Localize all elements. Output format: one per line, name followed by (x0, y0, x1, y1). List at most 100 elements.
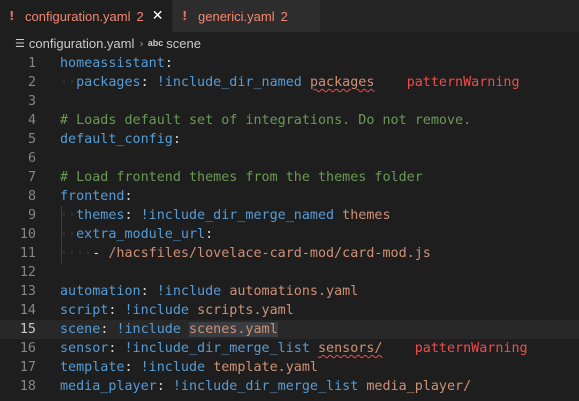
code-token: ···· (60, 246, 93, 261)
code-token: : (124, 189, 133, 204)
code-token: default_config (60, 132, 173, 147)
tab-bar: ! configuration.yaml 2 ✕ ! generici.yaml… (0, 0, 579, 32)
code-line[interactable]: 10 ··extra_module_url: (0, 225, 579, 244)
code-token: !include_dir_merge_list (172, 379, 359, 394)
code-text: sensor: !include_dir_merge_list sensors/… (60, 339, 528, 358)
tab-generici-yaml[interactable]: ! generici.yaml 2 (172, 0, 320, 32)
code-token: frontend (60, 189, 125, 204)
code-line[interactable]: 14 script: !include scripts.yaml (0, 301, 579, 320)
code-token: - (92, 246, 109, 261)
code-text: # Load frontend themes from the themes f… (60, 168, 423, 187)
code-token: : (124, 360, 141, 375)
code-editor[interactable]: 1 homeassistant: 2 ··packages: !include_dir… (0, 54, 579, 401)
line-number: 16 (19, 341, 36, 356)
code-line[interactable]: 11 ····- /hacsfiles/lovelace-card-mod/car… (0, 244, 579, 263)
code-token: homeassistant (60, 56, 165, 71)
code-token: ·· (60, 227, 77, 242)
code-token: !include_dir_named (156, 75, 302, 90)
line-number: 6 (27, 151, 36, 166)
problem-count-badge: 2 (136, 8, 144, 24)
code-token: : (108, 341, 125, 356)
line-number: 1 (27, 56, 36, 71)
code-text: homeassistant: (60, 54, 173, 73)
code-token: # Load frontend themes from the themes f… (60, 170, 423, 185)
code-text: script: !include scripts.yaml (60, 301, 294, 320)
code-token: themes (76, 208, 125, 223)
breadcrumb-file[interactable]: configuration.yaml (29, 36, 135, 51)
tab-configuration-yaml[interactable]: ! configuration.yaml 2 ✕ (0, 0, 172, 32)
code-text: # Loads default set of integrations. Do … (60, 111, 471, 130)
tab-title: generici.yaml (198, 8, 275, 24)
line-number: 14 (19, 303, 36, 318)
code-text: media_player: !include_dir_merge_list me… (60, 377, 471, 396)
line-number: 11 (19, 246, 36, 261)
code-line[interactable]: 18 media_player: !include_dir_merge_list … (0, 377, 579, 396)
code-line[interactable]: 13 automation: !include automations.yaml (0, 282, 579, 301)
code-token: : (156, 379, 173, 394)
code-token: ·· (60, 75, 77, 90)
code-text: automation: !include automations.yaml (60, 282, 358, 301)
code-token: media_player (60, 379, 157, 394)
code-token: sensors/ (318, 341, 383, 356)
code-text: template: !include template.yaml (60, 358, 318, 377)
code-token: # Loads default set of integrations. Do … (60, 113, 472, 128)
code-line[interactable]: 2 ··packages: !include_dir_named packages… (0, 73, 579, 92)
code-line[interactable]: 16 sensor: !include_dir_merge_list sensor… (0, 339, 579, 358)
code-line[interactable]: 9 ··themes: !include_dir_merge_named them… (0, 206, 579, 225)
breadcrumb-symbol[interactable]: scene (166, 36, 201, 51)
code-line[interactable]: 7 # Load frontend themes from the themes … (0, 168, 579, 187)
code-token: !include (140, 360, 206, 375)
code-token: : (205, 227, 214, 242)
line-number: 7 (27, 170, 36, 185)
code-token: !include (156, 284, 222, 299)
code-line[interactable]: 3 (0, 92, 579, 111)
close-icon[interactable]: ✕ (152, 9, 164, 23)
code-line[interactable]: 4 # Loads default set of integrations. Do… (0, 111, 579, 130)
code-line[interactable]: 6 (0, 149, 579, 168)
code-token: extra_module_url (76, 227, 206, 242)
code-token: : (172, 132, 181, 147)
code-token: scenes.yaml (189, 322, 278, 337)
code-token: packages (309, 75, 375, 90)
line-number: 15 (19, 322, 36, 337)
code-text: ··themes: !include_dir_merge_named theme… (60, 206, 391, 225)
code-token: themes (342, 208, 391, 223)
code-token: : (140, 284, 157, 299)
code-token: automations.yaml (229, 284, 359, 299)
code-line[interactable]: 1 homeassistant: (0, 54, 579, 73)
code-text: scene: !include scenes.yaml (60, 320, 278, 339)
code-line[interactable]: 15 scene: !include scenes.yaml (0, 320, 579, 339)
line-number: 5 (27, 132, 36, 147)
code-text: ··extra_module_url: (60, 225, 213, 244)
code-token: !include (124, 303, 190, 318)
diagnostic-message: patternWarning (414, 341, 528, 356)
code-token: !include_dir_merge_list (124, 341, 310, 356)
code-line[interactable]: 8 frontend: (0, 187, 579, 206)
chevron-right-icon: › (139, 36, 144, 50)
code-token: sensor (60, 341, 109, 356)
problem-count-badge: 2 (280, 8, 288, 24)
indent-guide (61, 206, 62, 263)
yaml-icon: ! (9, 8, 15, 23)
code-token: : (164, 56, 173, 71)
code-token: media_player/ (366, 379, 472, 394)
code-token: : (124, 208, 141, 223)
code-text: default_config: (60, 130, 181, 149)
code-text: ····- /hacsfiles/lovelace-card-mod/card-… (60, 244, 431, 263)
code-line[interactable]: 5 default_config: (0, 130, 579, 149)
code-token: ·· (60, 208, 77, 223)
breadcrumb: ☰ configuration.yaml › abc scene (0, 32, 579, 54)
code-token: /hacsfiles/lovelace-card-mod/card-mod.js (108, 246, 431, 261)
code-line[interactable]: 17 template: !include template.yaml (0, 358, 579, 377)
code-line[interactable]: 12 (0, 263, 579, 282)
line-number: 2 (27, 75, 36, 90)
string-symbol-icon: abc (147, 38, 164, 48)
line-number: 12 (19, 265, 36, 280)
code-token: : (100, 322, 117, 337)
diagnostic-message: patternWarning (406, 75, 520, 90)
code-token: packages (76, 75, 141, 90)
